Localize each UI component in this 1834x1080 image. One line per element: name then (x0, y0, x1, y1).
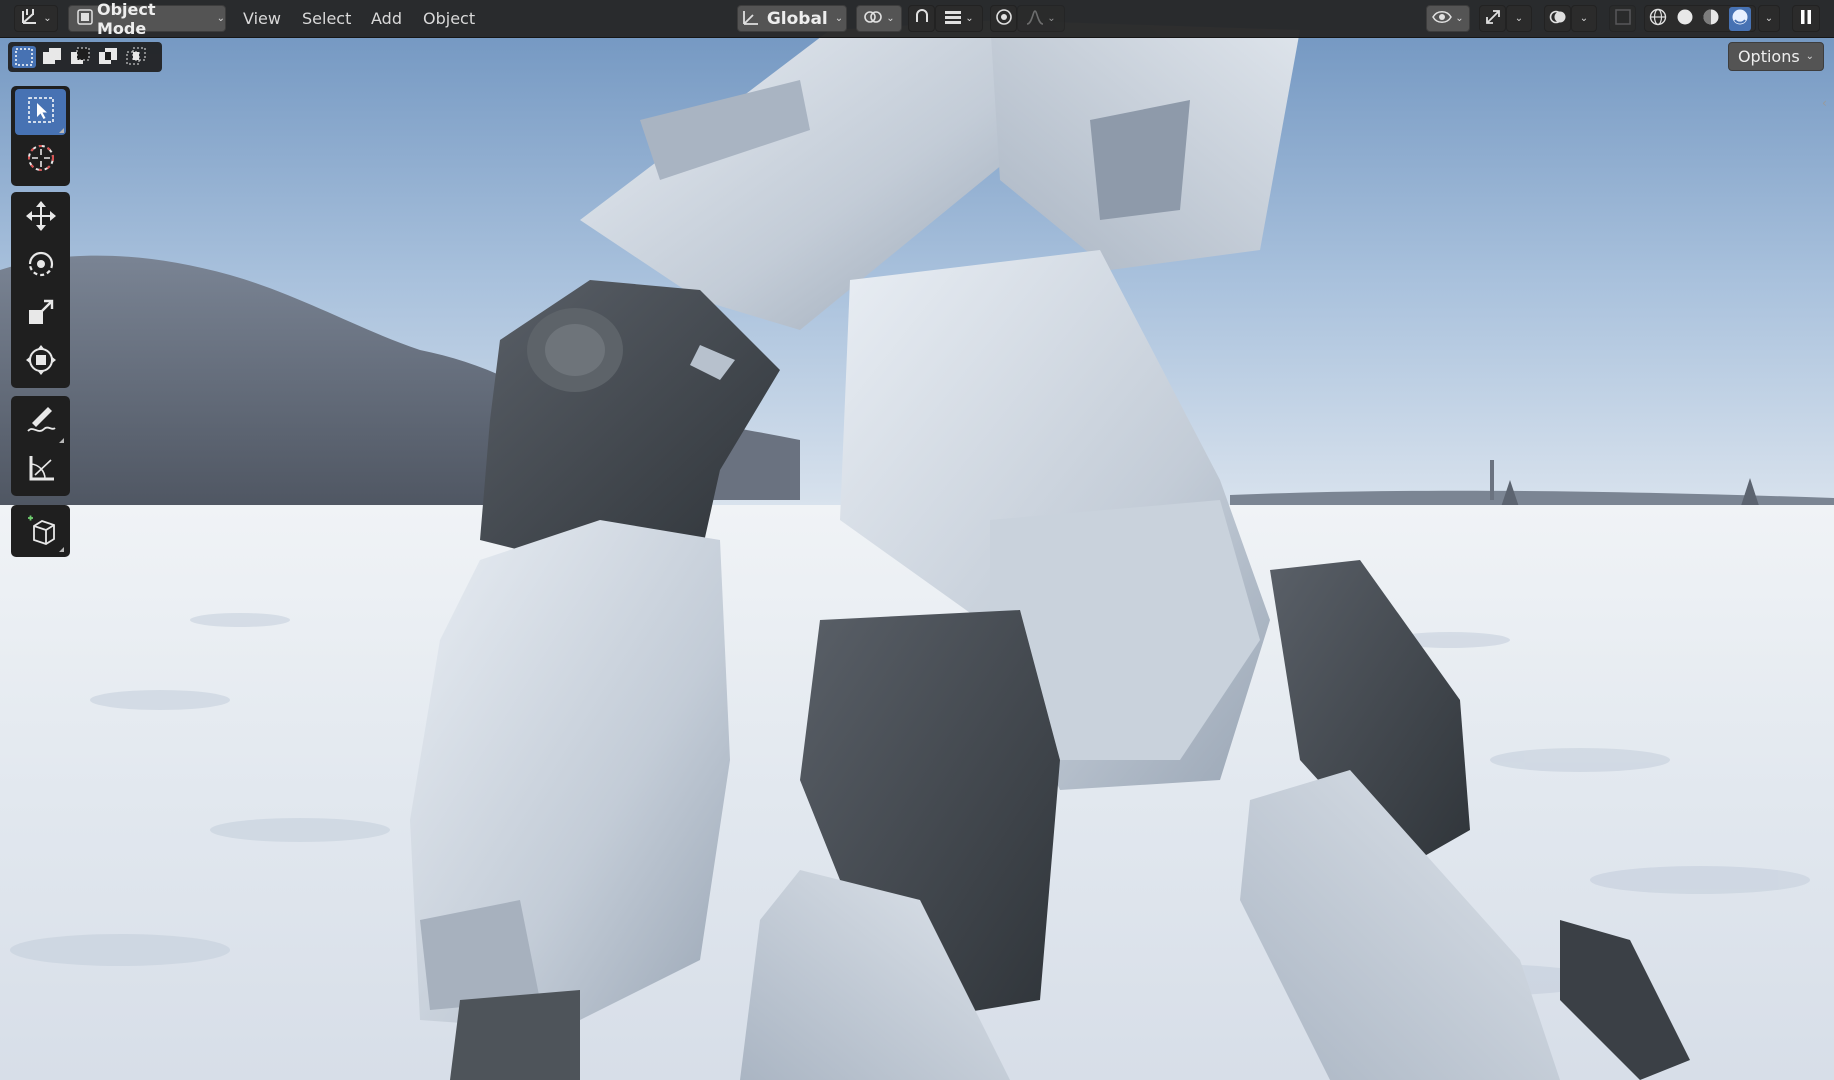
visibility-icon (1432, 9, 1453, 29)
3d-viewport-icon (20, 8, 40, 30)
pivot-point-icon (863, 8, 883, 30)
move-icon (24, 199, 58, 237)
select-box-icon (26, 95, 56, 129)
mode-selector-label: Object Mode (97, 0, 156, 38)
select-extend-icon (40, 48, 64, 72)
gizmo-toggle[interactable] (1479, 5, 1506, 32)
chevron-down-icon: ⌄ (216, 13, 225, 24)
tool-variants-indicator (59, 128, 64, 133)
options-dropdown[interactable]: Options ⌄ (1728, 42, 1824, 71)
chevron-down-icon: ⌄ (1764, 13, 1774, 24)
solid-shading-icon[interactable] (1676, 8, 1694, 30)
tool-annotate[interactable] (15, 399, 66, 445)
xray-icon (1614, 8, 1631, 29)
tool-transform[interactable] (15, 339, 66, 385)
mode-selector[interactable]: Object Mode ⌄ (68, 0, 226, 38)
wireframe-shading-icon[interactable] (1649, 8, 1667, 30)
overlay-dropdown[interactable]: ⌄ (1571, 5, 1597, 32)
viewport-header: ⌄ Object Mode ⌄ View Select Add Object G… (0, 0, 1834, 38)
snap-target-dropdown[interactable]: ⌄ (935, 5, 983, 32)
toolbar-transform-group (11, 192, 70, 388)
tool-variants-indicator (59, 547, 64, 552)
selection-mode-group (8, 42, 162, 72)
rendered-scene[interactable] (0, 0, 1834, 1080)
chevron-down-icon: ⌄ (965, 13, 974, 24)
menu-view[interactable]: View (243, 8, 281, 30)
toolbar-annotate-group (11, 396, 70, 496)
tool-move[interactable] (15, 195, 66, 241)
gizmo-dropdown[interactable]: ⌄ (1506, 5, 1532, 32)
rotate-icon (24, 247, 58, 285)
select-extend-button[interactable] (40, 46, 64, 68)
options-label: Options (1737, 47, 1800, 66)
select-new-button[interactable] (12, 46, 36, 68)
toolbar-select-group (11, 86, 70, 186)
select-difference-button[interactable] (96, 46, 120, 68)
object-mode-icon (77, 8, 93, 29)
shading-dropdown[interactable]: ⌄ (1758, 5, 1780, 32)
rendered-shading-icon[interactable] (1728, 6, 1751, 31)
snap-icon (913, 8, 931, 30)
transform-orientation-icon (741, 8, 761, 30)
tool-cursor[interactable] (15, 137, 66, 183)
chevron-down-icon: ⌄ (886, 13, 895, 24)
3d-viewport[interactable] (0, 0, 1834, 1080)
sidebar-toggle-arrow[interactable]: ‹ (1822, 96, 1834, 116)
menu-add[interactable]: Add (371, 8, 402, 30)
select-intersect-button[interactable] (124, 46, 148, 68)
menu-select[interactable]: Select (302, 8, 351, 30)
tool-add-cube[interactable] (15, 508, 66, 554)
transform-orientation-dropdown[interactable]: Global ⌄ (737, 5, 847, 32)
visibility-dropdown[interactable]: ⌄ (1426, 5, 1470, 32)
tool-select-box[interactable] (15, 89, 66, 135)
chevron-down-icon: ⌄ (1455, 13, 1464, 24)
tool-rotate[interactable] (15, 243, 66, 289)
tool-scale[interactable] (15, 291, 66, 337)
pause-render-button[interactable] (1792, 5, 1820, 32)
transform-icon (24, 343, 58, 381)
shading-mode-group (1644, 5, 1756, 32)
add-cube-icon (24, 512, 58, 550)
chevron-down-icon: ⌄ (43, 13, 52, 24)
editor-type-button[interactable]: ⌄ (14, 5, 58, 32)
chevron-down-icon: ⌄ (1047, 13, 1056, 24)
scale-icon (25, 296, 57, 332)
overlay-icon (1549, 8, 1567, 30)
menu-object[interactable]: Object (423, 8, 475, 30)
snap-increment-icon (944, 9, 962, 29)
tool-measure[interactable] (15, 447, 66, 493)
gizmo-icon (1484, 8, 1502, 30)
cursor-icon (24, 141, 58, 179)
pause-icon (1799, 9, 1813, 29)
select-new-icon (12, 48, 36, 72)
tool-variants-indicator (59, 438, 64, 443)
select-subtract-button[interactable] (68, 46, 92, 68)
select-intersect-icon (124, 47, 148, 72)
chevron-down-icon: ⌄ (1579, 13, 1589, 24)
chevron-down-icon: ⌄ (1514, 13, 1524, 24)
pivot-point-dropdown[interactable]: ⌄ (856, 5, 902, 32)
xray-toggle[interactable] (1609, 5, 1636, 32)
select-subtract-icon (68, 47, 92, 72)
material-preview-icon[interactable] (1702, 8, 1720, 30)
proportional-falloff-dropdown[interactable]: ⌄ (1017, 5, 1065, 32)
toolbar-add-group (11, 505, 70, 557)
overlay-toggle[interactable] (1544, 5, 1571, 32)
select-difference-icon (96, 48, 120, 72)
chevron-down-icon: ⌄ (834, 13, 844, 24)
chevron-down-icon: ⌄ (1805, 51, 1815, 62)
annotate-icon (24, 403, 58, 441)
proportional-editing-icon (995, 8, 1013, 30)
transform-orientation-label: Global (766, 8, 828, 29)
snap-toggle[interactable] (908, 5, 935, 32)
measure-icon (25, 452, 57, 488)
proportional-editing-toggle[interactable] (990, 5, 1017, 32)
proportional-falloff-icon (1026, 9, 1044, 29)
